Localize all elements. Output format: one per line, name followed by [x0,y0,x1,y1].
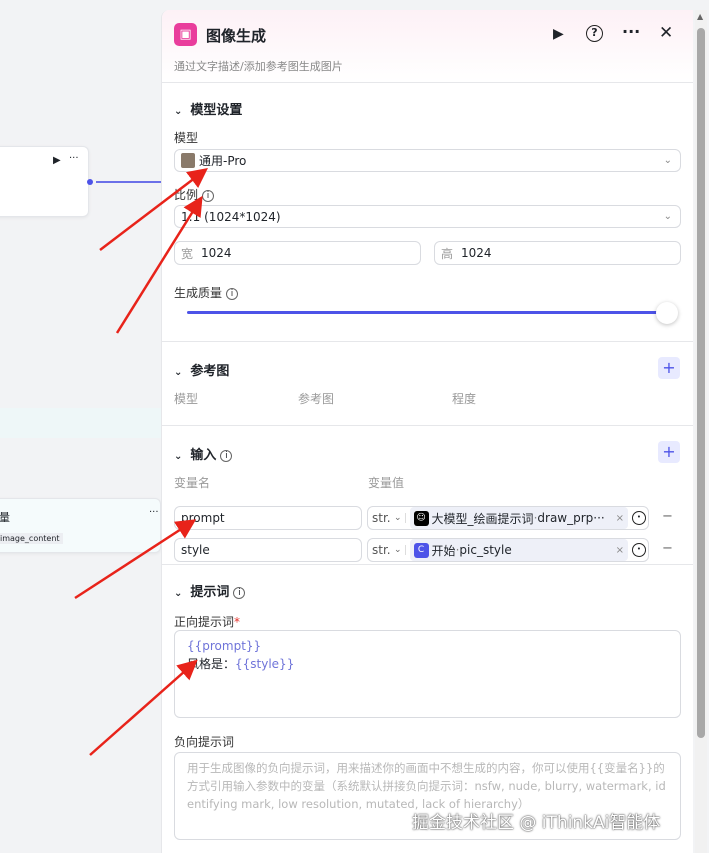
watermark: 掘金技术社区 @ iThinkAi智能体 [412,813,661,833]
red-arrow [74,519,197,600]
annotation-arrows [74,167,208,756]
red-arrow [89,659,198,756]
red-arrow [115,195,203,334]
red-arrow [99,167,208,251]
